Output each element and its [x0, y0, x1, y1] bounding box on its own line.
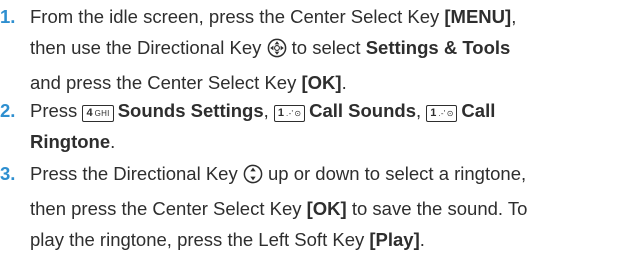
step-number: 3. [0, 163, 16, 184]
step-1-line-1: 1. From the idle screen, press the Center… [0, 1, 618, 32]
step-text: to save the sound. To [346, 198, 528, 219]
directional-key-four-way-icon [267, 36, 287, 67]
key-digit: 4 [86, 107, 93, 119]
key-letters: .-' [286, 109, 294, 118]
step-text: . [110, 131, 116, 152]
voicemail-glyph-icon: ⊙ [294, 109, 302, 118]
step-text: then press the Center Select Key [30, 198, 307, 219]
step-3: 3. Press the Directional Key up or down t… [0, 158, 618, 255]
key-letters: .-' [438, 109, 446, 118]
step-number: 2. [0, 100, 16, 121]
sounds-settings-label: Sounds Settings [117, 100, 264, 121]
ok-key-label: [OK] [301, 72, 342, 93]
step-text: then use the Directional Key [30, 37, 267, 58]
step-1-line-2: then use the Directional Key to select S… [0, 32, 618, 67]
step-1: 1. From the idle screen, press the Center… [0, 1, 618, 98]
step-text: , [511, 6, 517, 27]
ok-key-label: [OK] [306, 198, 347, 219]
menu-key-label: [MENU] [444, 6, 512, 27]
step-2-line-1: 2. Press 4 GHI Sounds Settings, 1 .-'⊙ Call S… [0, 95, 618, 126]
step-2-line-2: Ringtone. [0, 126, 618, 157]
step-3-line-1: 3. Press the Directional Key up or down t… [0, 158, 618, 193]
ringtone-label: Ringtone [30, 131, 111, 152]
step-text: play the ringtone, press the Left Soft K… [30, 229, 370, 250]
play-key-label: [Play] [369, 229, 420, 250]
call-label: Call [461, 100, 496, 121]
step-text: up or down to select a ringtone, [262, 163, 527, 184]
settings-tools-label: Settings & Tools [365, 37, 511, 58]
separator: , [415, 100, 427, 121]
step-number: 1. [0, 6, 16, 27]
call-sounds-label: Call Sounds [309, 100, 416, 121]
key-1-voicemail-icon: 1 .-'⊙ [273, 105, 306, 122]
key-1-voicemail-icon: 1 .-'⊙ [426, 105, 458, 122]
key-digit: 1 [430, 107, 437, 119]
step-1-line-3: and press the Center Select Key [OK]. [0, 67, 618, 98]
voicemail-glyph-icon: ⊙ [446, 109, 454, 118]
key-4-ghi-icon: 4 GHI [82, 105, 114, 122]
separator: , [263, 100, 274, 121]
step-text: to select [286, 37, 366, 58]
step-2: 2. Press 4 GHI Sounds Settings, 1 .-'⊙ Call S… [0, 95, 618, 157]
instructions-page: 1. From the idle screen, press the Center… [0, 0, 618, 252]
key-digit: 1 [277, 107, 285, 119]
key-letters: GHI [94, 109, 110, 118]
step-text: From the idle screen, press the Center S… [30, 6, 445, 27]
step-text: and press the Center Select Key [30, 72, 302, 93]
step-text: Press [30, 100, 83, 121]
step-3-line-2: then press the Center Select Key [OK] to… [0, 193, 618, 224]
directional-key-up-down-icon [243, 162, 263, 193]
step-text: . [419, 229, 425, 250]
step-3-line-3: play the ringtone, press the Left Soft K… [0, 224, 618, 255]
step-text: Press the Directional Key [30, 163, 243, 184]
step-text: . [341, 72, 347, 93]
